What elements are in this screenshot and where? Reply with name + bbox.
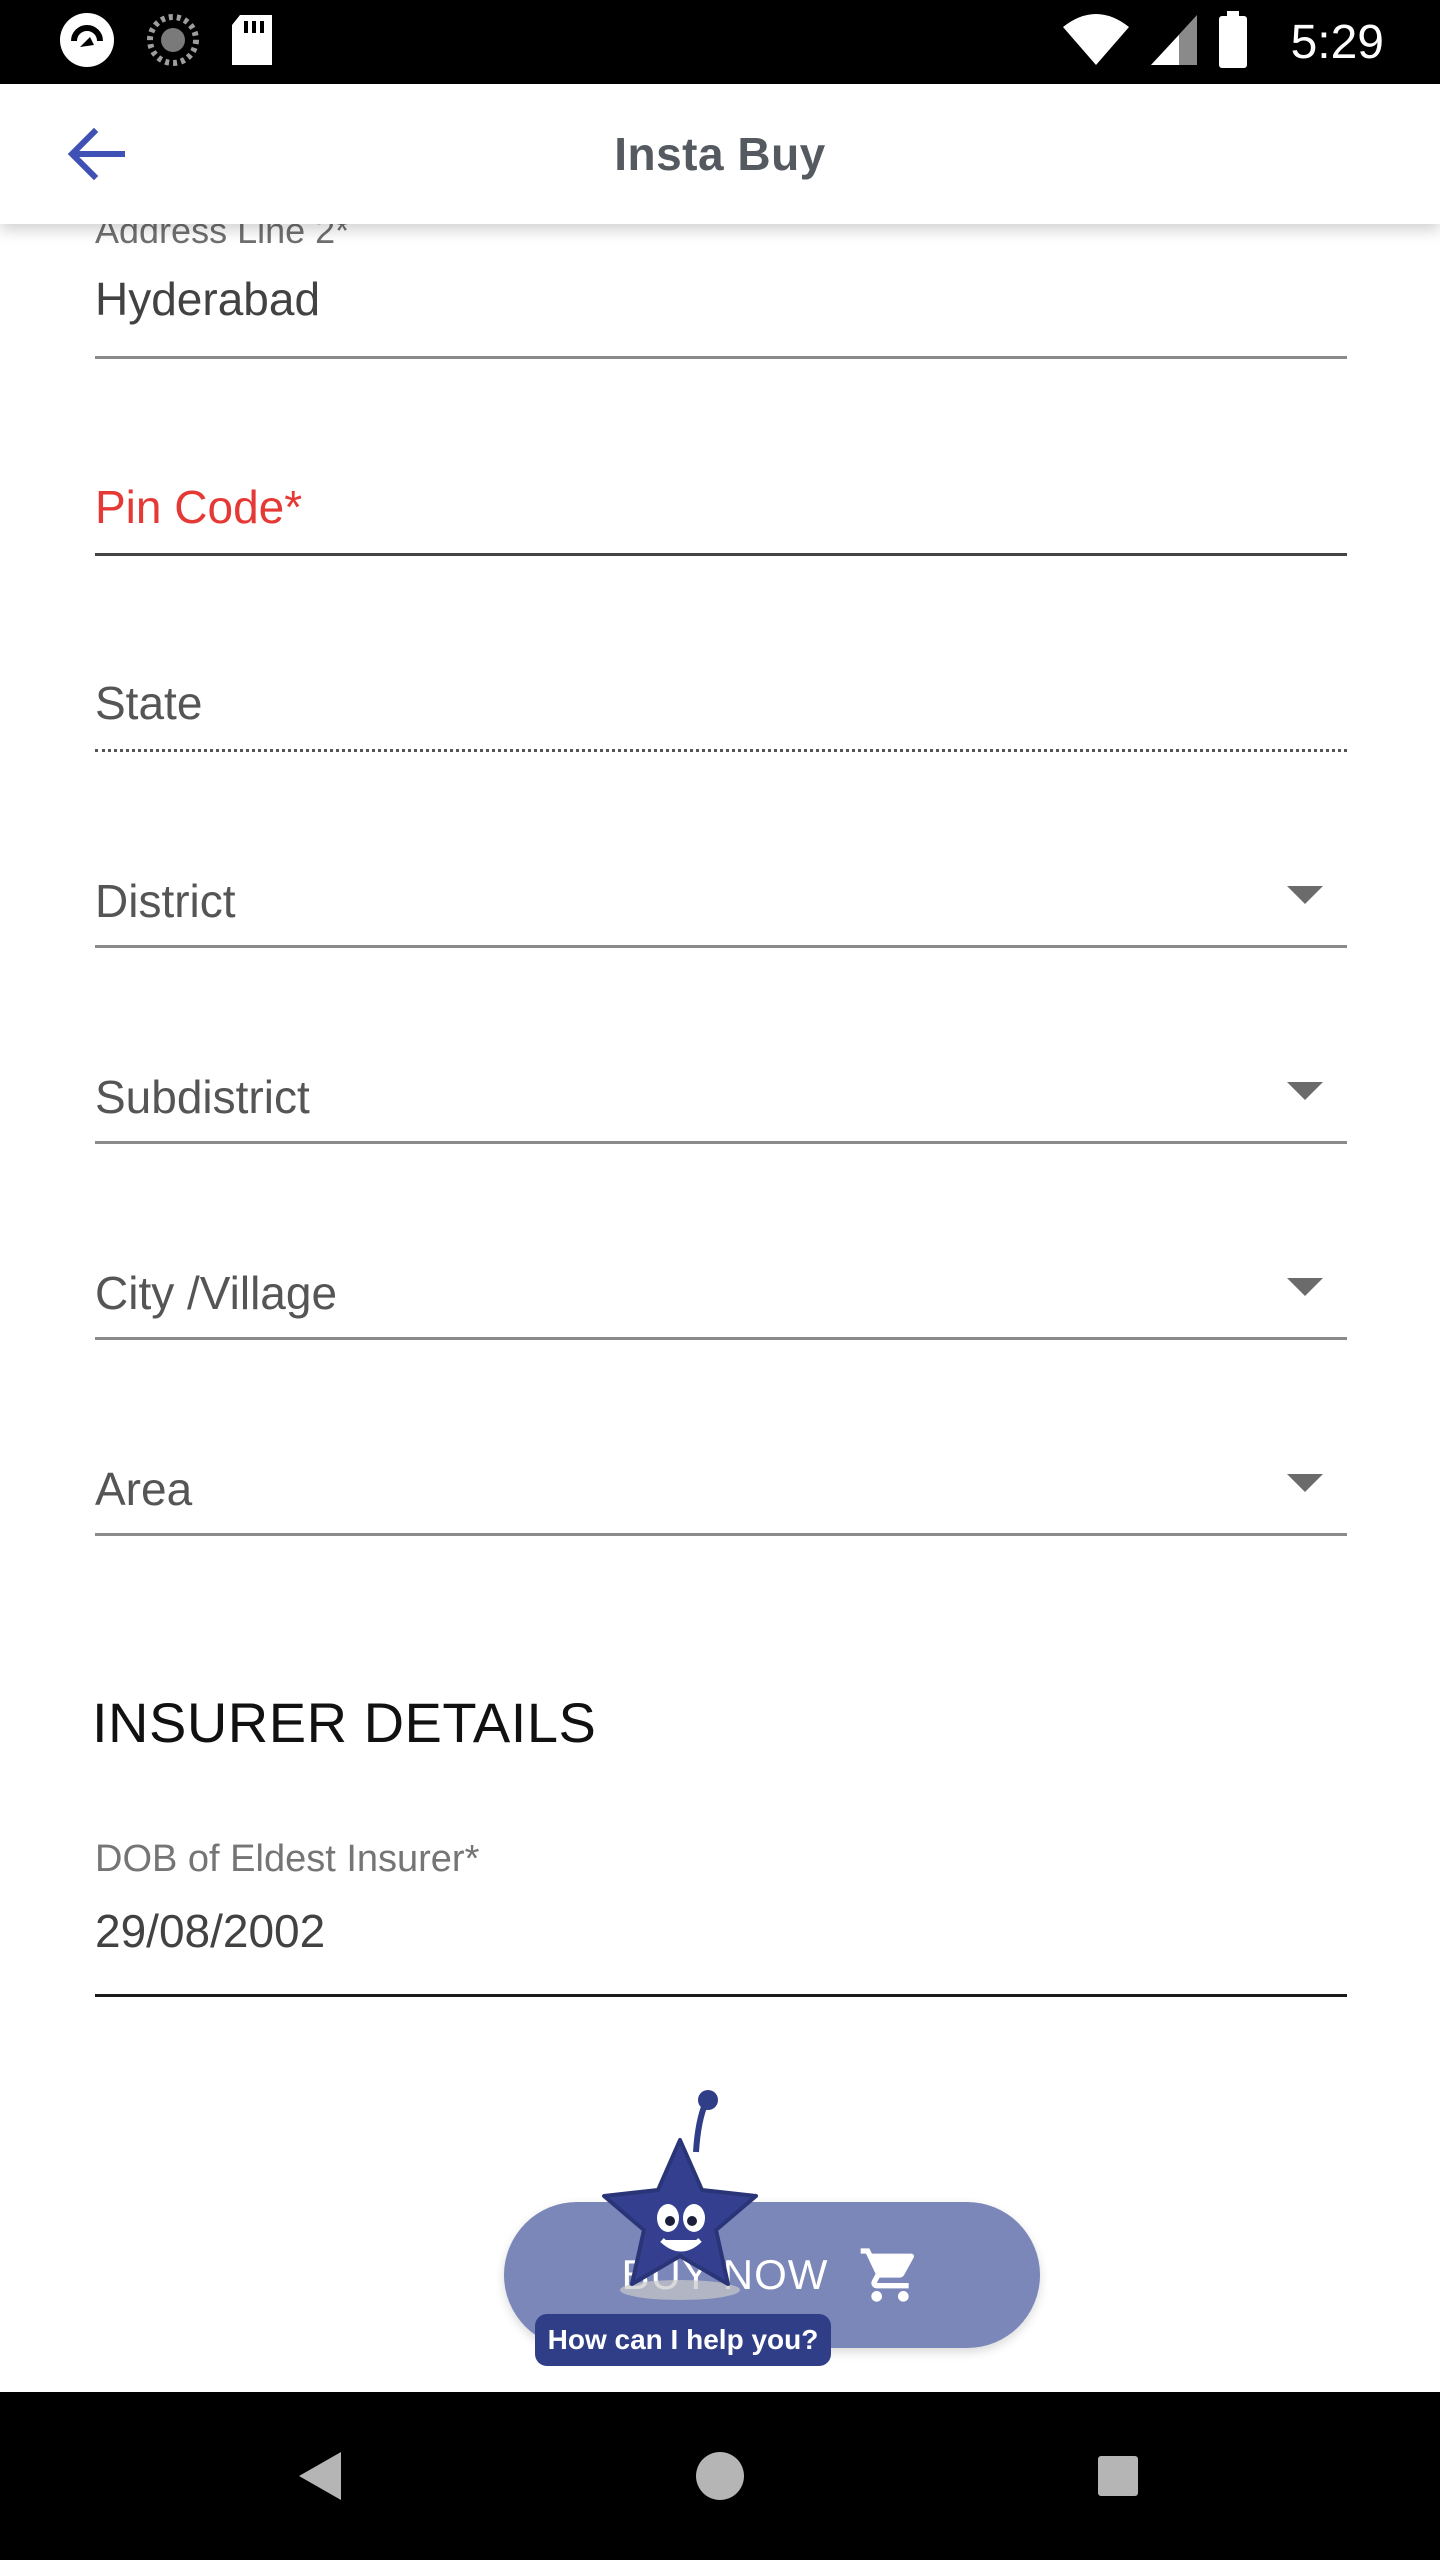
state-label: State xyxy=(95,677,203,729)
address-line2-field[interactable]: Address Line 2* Hyderabad xyxy=(95,210,1347,360)
dob-label: DOB of Eldest Insurer* xyxy=(95,1838,480,1880)
district-label: District xyxy=(95,875,236,927)
insurer-details-title: INSURER DETAILS xyxy=(92,1691,597,1754)
chevron-down-icon xyxy=(1287,1278,1323,1296)
subdistrict-dropdown[interactable]: Subdistrict xyxy=(95,1058,1347,1148)
area-underline xyxy=(95,1533,1347,1536)
sd-card-icon xyxy=(230,13,274,72)
subdistrict-label: Subdistrict xyxy=(95,1071,310,1123)
city-village-underline xyxy=(95,1337,1347,1340)
nav-back-button[interactable] xyxy=(280,2436,360,2516)
status-left-icons xyxy=(58,12,274,72)
recents-square-icon xyxy=(1098,2456,1138,2496)
address-line2-value: Hyderabad xyxy=(95,273,321,325)
pin-code-field[interactable]: Pin Code* xyxy=(95,470,1347,560)
dob-field[interactable]: DOB of Eldest Insurer* 29/08/2002 xyxy=(95,1832,1347,2002)
status-bar: 5:29 xyxy=(0,0,1440,84)
status-time: 5:29 xyxy=(1290,15,1384,69)
address-line2-underline xyxy=(95,356,1347,359)
page-title: Insta Buy xyxy=(614,128,826,180)
dob-underline xyxy=(95,1994,1347,1997)
loading-icon xyxy=(146,13,200,72)
home-circle-icon xyxy=(696,2452,744,2500)
battery-icon xyxy=(1217,10,1249,74)
city-village-dropdown[interactable]: City /Village xyxy=(95,1254,1347,1344)
pin-code-label: Pin Code* xyxy=(95,481,303,533)
system-nav-bar xyxy=(0,2392,1440,2560)
app-icon xyxy=(58,11,116,74)
chatbot-help-bubble[interactable]: How can I help you? xyxy=(535,2314,831,2366)
dob-value: 29/08/2002 xyxy=(95,1905,326,1957)
district-dropdown[interactable]: District xyxy=(95,862,1347,952)
chevron-down-icon xyxy=(1287,1474,1323,1492)
nav-home-button[interactable] xyxy=(680,2436,760,2516)
signal-icon xyxy=(1149,13,1199,72)
state-field: State xyxy=(95,666,1347,756)
area-dropdown[interactable]: Area xyxy=(95,1450,1347,1540)
chevron-down-icon xyxy=(1287,1082,1323,1100)
status-right-icons: 5:29 xyxy=(1061,10,1384,72)
back-triangle-icon xyxy=(299,2452,341,2500)
city-village-label: City /Village xyxy=(95,1267,338,1319)
subdistrict-underline xyxy=(95,1141,1347,1144)
state-underline xyxy=(95,749,1347,752)
area-label: Area xyxy=(95,1463,193,1515)
nav-recents-button[interactable] xyxy=(1078,2436,1158,2516)
district-underline xyxy=(95,945,1347,948)
wifi-icon xyxy=(1061,13,1131,72)
app-bar: Insta Buy xyxy=(0,84,1440,224)
star-mascot-icon xyxy=(602,2090,758,2300)
pin-code-underline xyxy=(95,553,1347,556)
cart-icon xyxy=(861,2248,915,2302)
chevron-down-icon xyxy=(1287,886,1323,904)
